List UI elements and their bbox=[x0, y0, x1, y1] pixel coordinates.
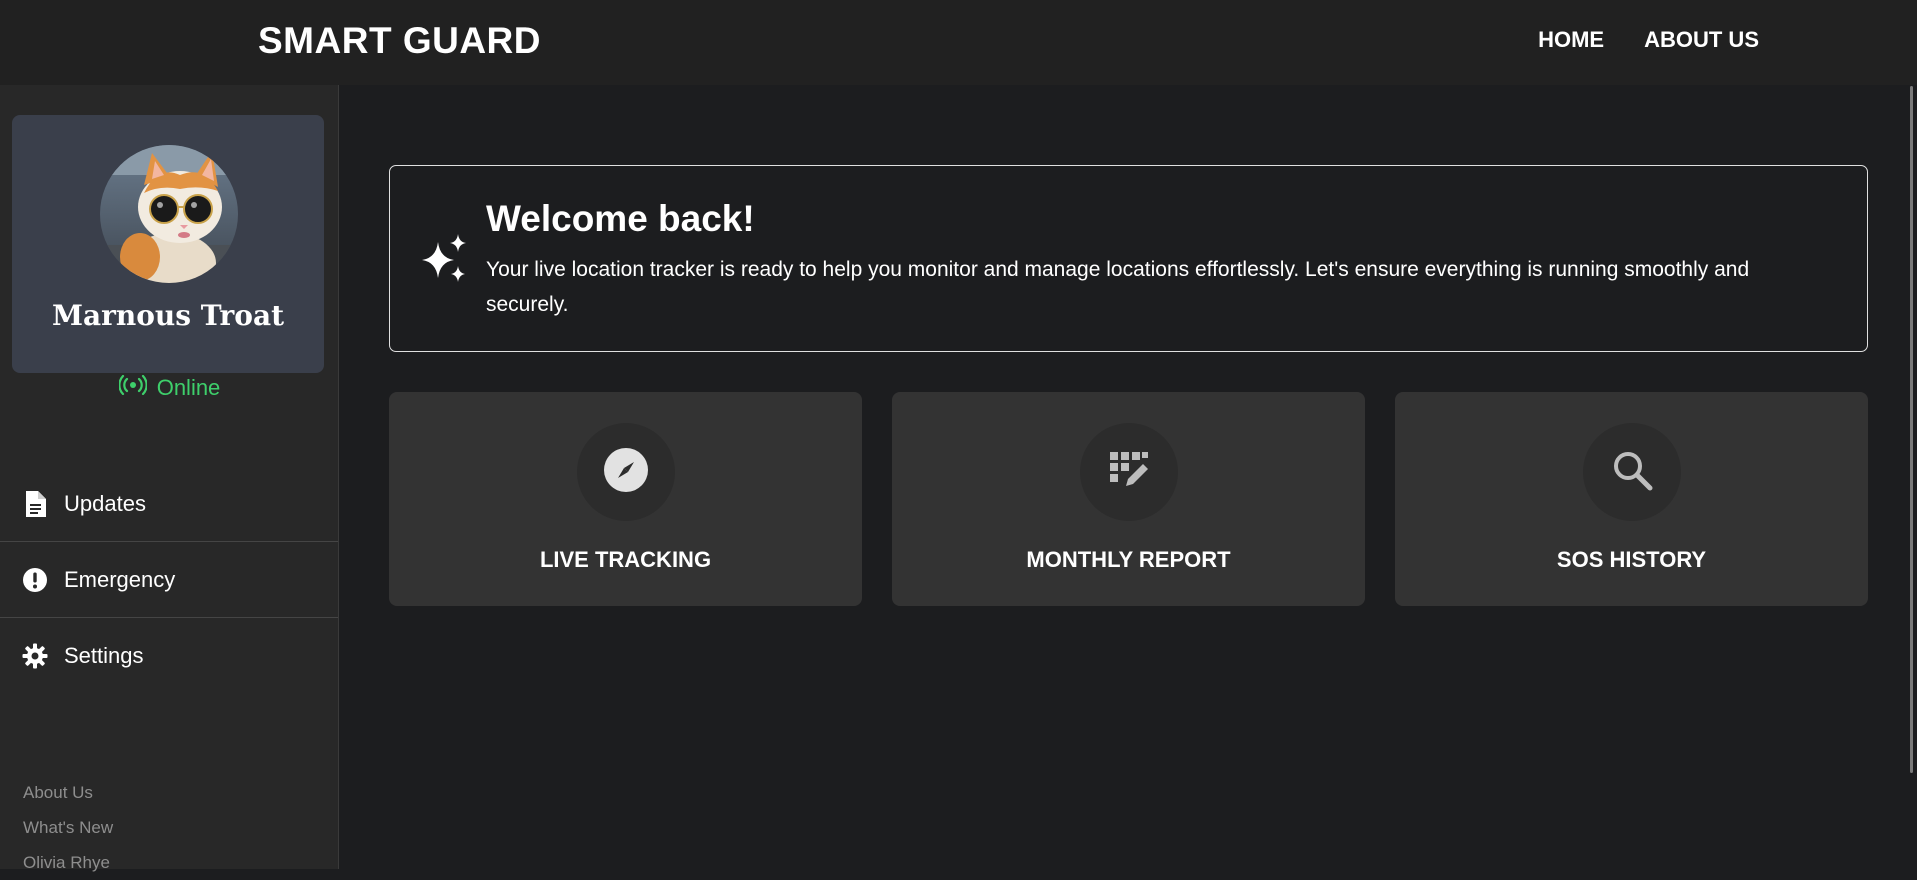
top-nav: HOME ABOUT US bbox=[1538, 27, 1759, 53]
brand-title[interactable]: SMART GUARD bbox=[258, 20, 541, 62]
nav-about-us-link[interactable]: ABOUT US bbox=[1644, 27, 1759, 53]
profile-card: Marnous Troat bbox=[12, 115, 324, 373]
profile-name: Marnous Troat bbox=[51, 299, 285, 332]
grid-edit-icon bbox=[1108, 450, 1150, 495]
sidebar-item-emergency[interactable]: Emergency bbox=[0, 542, 338, 618]
sos-history-card[interactable]: SOS HISTORY bbox=[1395, 392, 1868, 606]
avatar[interactable] bbox=[100, 145, 238, 283]
status-label: Online bbox=[156, 375, 221, 400]
compass-icon bbox=[603, 447, 649, 498]
gear-icon bbox=[22, 643, 48, 669]
card-label: SOS HISTORY bbox=[1556, 547, 1707, 572]
footer-link-about-us[interactable]: About Us bbox=[23, 775, 113, 810]
card-icon-circle bbox=[1080, 423, 1178, 521]
action-cards: LIVE TRACKING MONTHLY REPORT SOS HISTORY bbox=[389, 392, 1868, 606]
sidebar-item-settings[interactable]: Settings bbox=[0, 618, 338, 694]
card-label: MONTHLY REPORT bbox=[1026, 547, 1231, 572]
nav-home-link[interactable]: HOME bbox=[1538, 27, 1604, 53]
sidebar-item-label: Updates bbox=[64, 490, 146, 516]
sidebar-item-updates[interactable]: Updates bbox=[0, 466, 338, 542]
cat-with-sunglasses-avatar bbox=[100, 145, 238, 283]
sidebar-menu: Updates Emergency Settings bbox=[0, 466, 338, 694]
broadcast-signal-icon bbox=[118, 374, 148, 401]
alert-circle-icon bbox=[22, 567, 48, 593]
welcome-message: Your live location tracker is ready to h… bbox=[486, 258, 1750, 316]
page-scrollbar[interactable] bbox=[1910, 86, 1913, 773]
live-tracking-card[interactable]: LIVE TRACKING bbox=[389, 392, 862, 606]
card-icon-circle bbox=[1583, 423, 1681, 521]
card-icon-circle bbox=[577, 423, 675, 521]
document-icon bbox=[22, 490, 48, 517]
monthly-report-card[interactable]: MONTHLY REPORT bbox=[892, 392, 1365, 606]
sidebar-footer-links: About Us What's New Olivia Rhye bbox=[23, 775, 113, 880]
sidebar-item-label: Emergency bbox=[64, 566, 176, 592]
welcome-panel: Welcome back! Your live location tracker… bbox=[389, 165, 1868, 352]
sidebar-item-label: Settings bbox=[64, 643, 144, 668]
footer-link-whats-new[interactable]: What's New bbox=[23, 810, 113, 845]
sparkles-icon bbox=[418, 232, 472, 291]
status-indicator: Online bbox=[0, 374, 339, 401]
card-label: LIVE TRACKING bbox=[539, 547, 712, 572]
sidebar: Marnous Troat Online Updates Emergency S… bbox=[0, 85, 339, 872]
search-icon bbox=[1611, 449, 1653, 496]
top-bar: SMART GUARD HOME ABOUT US bbox=[0, 0, 1917, 85]
footer-link-olivia-rhye[interactable]: Olivia Rhye bbox=[23, 845, 113, 880]
welcome-title: Welcome back! bbox=[486, 198, 755, 239]
